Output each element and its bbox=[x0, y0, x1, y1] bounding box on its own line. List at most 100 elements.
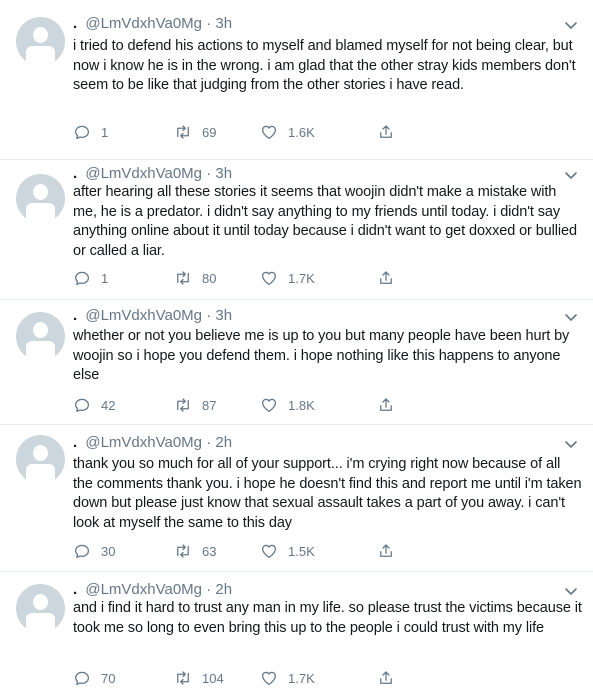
heart-icon bbox=[261, 398, 277, 413]
retweet-icon bbox=[177, 271, 189, 285]
tweet-header: . @LmVdxhVa0Mg · 2h bbox=[73, 581, 233, 598]
chevron-down-icon[interactable] bbox=[563, 17, 579, 33]
reply-count: 1 bbox=[101, 124, 109, 140]
user-handle[interactable]: @LmVdxhVa0Mg bbox=[85, 307, 202, 324]
like-button[interactable]: 1.5K bbox=[260, 541, 315, 561]
reply-count: 1 bbox=[101, 270, 109, 286]
like-count: 1.7K bbox=[288, 270, 315, 286]
avatar[interactable] bbox=[16, 174, 65, 223]
reply-icon bbox=[74, 544, 90, 559]
avatar[interactable] bbox=[16, 584, 65, 633]
retweet-count: 63 bbox=[202, 543, 217, 559]
retweet-count: 87 bbox=[202, 397, 217, 413]
tweet-actions: 1 80 1.7K bbox=[73, 268, 503, 288]
chevron-down-icon[interactable] bbox=[563, 583, 579, 599]
timestamp[interactable]: 3h bbox=[215, 165, 232, 182]
share-icon bbox=[380, 398, 392, 411]
user-handle[interactable]: @LmVdxhVa0Mg bbox=[85, 165, 202, 182]
reply-icon bbox=[74, 125, 90, 140]
heart-icon bbox=[261, 544, 277, 559]
timestamp[interactable]: 2h bbox=[215, 434, 232, 451]
retweet-button[interactable]: 63 bbox=[174, 541, 216, 561]
retweet-icon bbox=[177, 125, 189, 139]
tweet-header: . @LmVdxhVa0Mg · 3h bbox=[73, 307, 233, 324]
avatar[interactable] bbox=[16, 435, 65, 484]
retweet-button[interactable]: 104 bbox=[174, 668, 224, 688]
retweet-button[interactable]: 69 bbox=[174, 122, 216, 142]
tweet-text: i tried to defend his actions to myself … bbox=[73, 38, 576, 93]
share-button[interactable] bbox=[377, 268, 395, 288]
like-count: 1.6K bbox=[288, 124, 315, 140]
reply-button[interactable]: 70 bbox=[73, 668, 115, 688]
tweet-actions: 70 104 1.7K bbox=[73, 668, 503, 688]
timestamp[interactable]: 3h bbox=[215, 307, 232, 324]
reply-icon bbox=[74, 671, 90, 686]
like-button[interactable]: 1.7K bbox=[260, 268, 315, 288]
retweet-count: 69 bbox=[202, 124, 217, 140]
display-name[interactable]: . bbox=[73, 581, 77, 598]
retweet-icon bbox=[177, 671, 189, 685]
retweet-button[interactable]: 80 bbox=[174, 268, 216, 288]
tweet-text: thank you so much for all of your suppor… bbox=[73, 456, 582, 531]
user-handle[interactable]: @LmVdxhVa0Mg bbox=[85, 434, 202, 451]
reply-icon bbox=[74, 271, 90, 286]
like-count: 1.7K bbox=[288, 670, 315, 686]
reply-count: 70 bbox=[101, 670, 116, 686]
tweet-text: and i find it hard to trust any man in m… bbox=[73, 600, 582, 636]
tweet-header: . @LmVdxhVa0Mg · 3h bbox=[73, 165, 233, 182]
like-button[interactable]: 1.6K bbox=[260, 122, 315, 142]
tweet-header: . @LmVdxhVa0Mg · 2h bbox=[73, 434, 233, 451]
user-handle[interactable]: @LmVdxhVa0Mg bbox=[85, 15, 202, 32]
display-name[interactable]: . bbox=[73, 165, 77, 182]
like-button[interactable]: 1.7K bbox=[260, 668, 315, 688]
display-name[interactable]: . bbox=[73, 434, 77, 451]
tweet[interactable]: . @LmVdxhVa0Mg · 3h whether or not you b… bbox=[0, 300, 593, 425]
reply-count: 30 bbox=[101, 543, 116, 559]
avatar[interactable] bbox=[16, 17, 65, 66]
tweet-actions: 30 63 1.5K bbox=[73, 541, 503, 561]
like-count: 1.5K bbox=[288, 543, 315, 559]
retweet-count: 80 bbox=[202, 270, 217, 286]
chevron-down-icon[interactable] bbox=[563, 167, 579, 183]
tweet[interactable]: . @LmVdxhVa0Mg · 2h thank you so much fo… bbox=[0, 425, 593, 572]
reply-button[interactable]: 1 bbox=[73, 122, 108, 142]
retweet-icon bbox=[177, 398, 189, 412]
share-button[interactable] bbox=[377, 122, 395, 142]
tweet-actions: 42 87 1.8K bbox=[73, 395, 503, 415]
tweet-text: after hearing all these stories it seems… bbox=[73, 184, 577, 259]
share-button[interactable] bbox=[377, 395, 395, 415]
share-button[interactable] bbox=[377, 668, 395, 688]
share-icon bbox=[380, 671, 392, 684]
heart-icon bbox=[261, 671, 277, 686]
tweet[interactable]: . @LmVdxhVa0Mg · 2h and i find it hard t… bbox=[0, 572, 593, 700]
share-icon bbox=[380, 271, 392, 284]
reply-button[interactable]: 30 bbox=[73, 541, 115, 561]
display-name[interactable]: . bbox=[73, 15, 77, 32]
retweet-icon bbox=[177, 544, 189, 558]
share-icon bbox=[380, 544, 392, 557]
chevron-down-icon[interactable] bbox=[563, 309, 579, 325]
share-icon bbox=[380, 125, 392, 138]
like-count: 1.8K bbox=[288, 397, 315, 413]
tweet-header: . @LmVdxhVa0Mg · 3h bbox=[73, 15, 233, 32]
heart-icon bbox=[261, 271, 277, 286]
timestamp[interactable]: 2h bbox=[215, 581, 232, 598]
timestamp[interactable]: 3h bbox=[215, 15, 232, 32]
reply-button[interactable]: 42 bbox=[73, 395, 115, 415]
reply-icon bbox=[74, 398, 90, 413]
tweet-actions: 1 69 1.6K bbox=[73, 122, 503, 142]
avatar[interactable] bbox=[16, 312, 65, 361]
share-button[interactable] bbox=[377, 541, 395, 561]
tweet[interactable]: . @LmVdxhVa0Mg · 3h i tried to defend hi… bbox=[0, 0, 593, 160]
tweet[interactable]: . @LmVdxhVa0Mg · 3h after hearing all th… bbox=[0, 160, 593, 300]
chevron-down-icon[interactable] bbox=[563, 436, 579, 452]
retweet-button[interactable]: 87 bbox=[174, 395, 216, 415]
retweet-count: 104 bbox=[202, 670, 224, 686]
display-name[interactable]: . bbox=[73, 307, 77, 324]
reply-count: 42 bbox=[101, 397, 116, 413]
tweet-text: whether or not you believe me is up to y… bbox=[73, 328, 570, 383]
user-handle[interactable]: @LmVdxhVa0Mg bbox=[85, 581, 202, 598]
heart-icon bbox=[261, 125, 277, 140]
like-button[interactable]: 1.8K bbox=[260, 395, 315, 415]
reply-button[interactable]: 1 bbox=[73, 268, 108, 288]
